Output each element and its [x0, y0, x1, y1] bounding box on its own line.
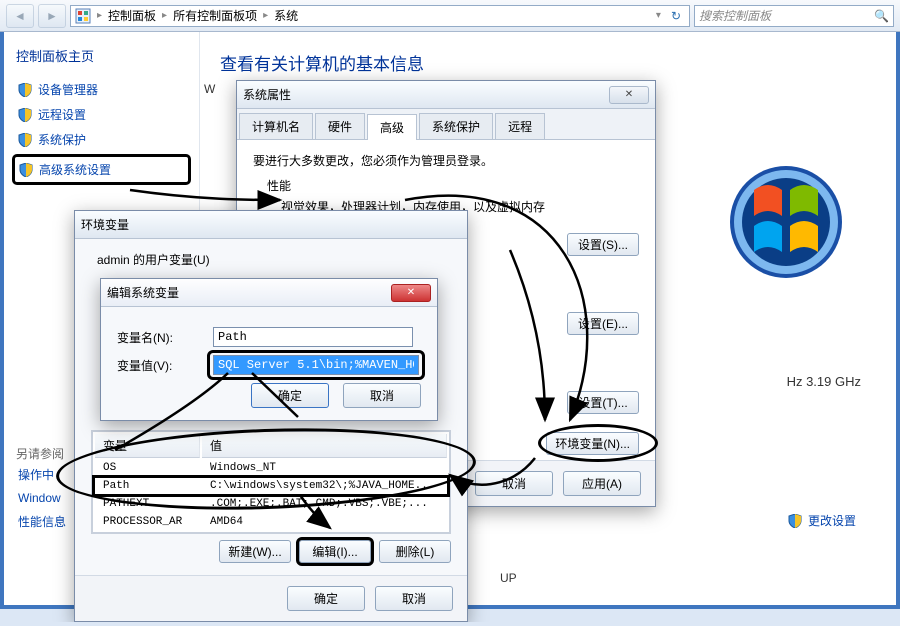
delete-var-button[interactable]: 删除(L)	[379, 540, 451, 563]
tab-protection[interactable]: 系统保护	[419, 113, 493, 139]
search-icon: 🔍	[874, 9, 889, 23]
tab-hardware[interactable]: 硬件	[315, 113, 365, 139]
change-settings-label: 更改设置	[808, 512, 856, 529]
perf-heading: 性能	[267, 177, 639, 194]
workgroup-suffix: UP	[500, 571, 517, 585]
windows-edition-prefix: W	[204, 82, 215, 96]
dialog-title: 系统属性	[243, 86, 291, 103]
dropdown-icon[interactable]: ▾	[656, 10, 661, 21]
shield-icon	[18, 133, 32, 147]
cpu-frequency: Hz 3.19 GHz	[787, 374, 861, 389]
new-var-button[interactable]: 新建(W)...	[219, 540, 291, 563]
tab-computername[interactable]: 计算机名	[239, 113, 313, 139]
sysprop-cancel-button[interactable]: 取消	[475, 471, 553, 496]
table-row: OSWindows_NT	[95, 460, 447, 476]
col-variable: 变量	[95, 434, 200, 458]
change-settings-link[interactable]: 更改设置	[788, 512, 856, 529]
dialog-title: 环境变量	[81, 216, 129, 233]
var-name-label: 变量名(N):	[117, 329, 201, 346]
var-value-input[interactable]	[213, 355, 419, 375]
user-vars-group-label: admin 的用户变量(U)	[97, 251, 451, 268]
control-panel-icon	[75, 8, 91, 24]
sidebar-item-label: 远程设置	[38, 106, 86, 123]
col-value: 值	[202, 434, 447, 458]
search-placeholder: 搜索控制面板	[699, 7, 771, 24]
edit-variable-dialog: 编辑系统变量 ✕ 变量名(N): 变量值(V): 确定 取消	[100, 278, 438, 421]
breadcrumb-sep: ▸	[162, 10, 167, 21]
sidebar-heading: 控制面板主页	[16, 46, 187, 65]
breadcrumb-sep: ▸	[263, 10, 268, 21]
breadcrumb-3[interactable]: 系统	[274, 7, 298, 24]
settings-t-button[interactable]: 设置(T)...	[567, 391, 639, 414]
edit-ok-button[interactable]: 确定	[251, 383, 329, 408]
env-vars-button[interactable]: 环境变量(N)...	[546, 432, 639, 455]
refresh-icon[interactable]: ↻	[667, 9, 685, 23]
sidebar-item-label: 设备管理器	[38, 81, 98, 98]
breadcrumb-sep: ▸	[97, 10, 102, 21]
tab-remote[interactable]: 远程	[495, 113, 545, 139]
sidebar-item-protection[interactable]: 系统保护	[16, 127, 187, 152]
shield-icon	[18, 108, 32, 122]
env-ok-button[interactable]: 确定	[287, 586, 365, 611]
sidebar-item-label: 系统保护	[38, 131, 86, 148]
sysprop-apply-button[interactable]: 应用(A)	[563, 471, 641, 496]
sidebar-item-advanced[interactable]: 高级系统设置	[12, 154, 191, 185]
edit-cancel-button[interactable]: 取消	[343, 383, 421, 408]
windows-logo	[726, 162, 846, 282]
env-cancel-button[interactable]: 取消	[375, 586, 453, 611]
shield-icon	[19, 163, 33, 177]
sidebar-item-label: 高级系统设置	[39, 161, 111, 178]
close-button[interactable]: ✕	[391, 284, 431, 302]
tab-advanced[interactable]: 高级	[367, 114, 417, 140]
settings-e-button[interactable]: 设置(E)...	[567, 312, 639, 335]
breadcrumb-1[interactable]: 控制面板	[108, 7, 156, 24]
dialog-title: 编辑系统变量	[107, 284, 179, 301]
table-row: PATHEXT.COM;.EXE;.BAT;.CMD;.VBS;.VBE;...	[95, 496, 447, 512]
close-button[interactable]: ✕	[609, 86, 649, 104]
table-row: PROCESSOR_ARAMD64	[95, 514, 447, 530]
nav-fwd-button[interactable]: ►	[38, 4, 66, 28]
system-vars-table[interactable]: 变量 值 OSWindows_NT PathC:\windows\system3…	[92, 431, 450, 533]
settings-s-button[interactable]: 设置(S)...	[567, 233, 639, 256]
page-title: 查看有关计算机的基本信息	[220, 50, 876, 75]
var-name-input[interactable]	[213, 327, 413, 347]
shield-icon	[788, 514, 802, 528]
shield-icon	[18, 83, 32, 97]
breadcrumb-2[interactable]: 所有控制面板项	[173, 7, 257, 24]
var-value-label: 变量值(V):	[117, 357, 201, 374]
table-row: PathC:\windows\system32\;%JAVA_HOME...	[95, 478, 447, 494]
edit-var-button[interactable]: 编辑(I)...	[299, 540, 371, 563]
nav-back-button[interactable]: ◄	[6, 4, 34, 28]
admin-note: 要进行大多数更改，您必须作为管理员登录。	[253, 152, 639, 169]
search-input[interactable]: 搜索控制面板 🔍	[694, 5, 894, 27]
sidebar-item-remote[interactable]: 远程设置	[16, 102, 187, 127]
address-bar[interactable]: ▸ 控制面板 ▸ 所有控制面板项 ▸ 系统 ▾ ↻	[70, 5, 690, 27]
sidebar-item-device-manager[interactable]: 设备管理器	[16, 77, 187, 102]
